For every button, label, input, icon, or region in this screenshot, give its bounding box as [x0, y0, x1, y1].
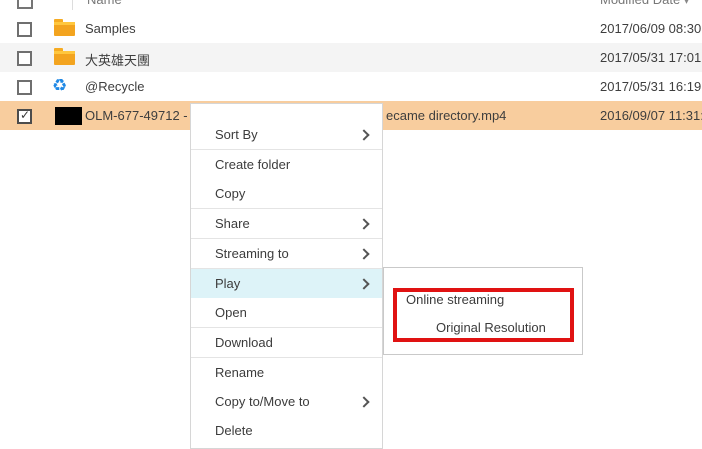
- file-row-samples[interactable]: Samples 2017/06/09 08:30:: [0, 14, 702, 43]
- chevron-right-icon: [358, 129, 369, 140]
- menu-item-label: Copy to/Move to: [215, 394, 310, 409]
- row-checkbox[interactable]: [17, 22, 32, 37]
- column-header-name[interactable]: Name: [87, 0, 122, 7]
- modified-date: 2017/06/09 08:30:: [600, 21, 702, 36]
- menu-item-open[interactable]: Open: [191, 298, 382, 327]
- file-name-left-fragment: OLM-677-49712 - F: [85, 108, 199, 123]
- file-row-recycle[interactable]: ♻ @Recycle 2017/05/31 16:19:: [0, 72, 702, 101]
- video-thumbnail-icon: [55, 107, 82, 125]
- chevron-right-icon: [358, 278, 369, 289]
- file-name: @Recycle: [85, 79, 144, 94]
- row-checkbox[interactable]: [17, 51, 32, 66]
- list-header: Name Modified Date ▾: [0, 0, 702, 15]
- modified-date: 2016/09/07 11:31:: [600, 108, 702, 123]
- chevron-right-icon: [358, 396, 369, 407]
- menu-item-label: Play: [215, 276, 240, 291]
- menu-item-label: Download: [215, 335, 273, 350]
- menu-item-label: Streaming to: [215, 246, 289, 261]
- menu-item-delete[interactable]: Delete: [191, 416, 382, 445]
- menu-item-label: Rename: [215, 365, 264, 380]
- menu-item-label: Share: [215, 216, 250, 231]
- modified-date: 2017/05/31 16:19:: [600, 79, 702, 94]
- row-checkbox-checked[interactable]: ✓: [17, 109, 32, 124]
- menu-item-copy[interactable]: Copy: [191, 179, 382, 208]
- menu-item-streaming-to[interactable]: Streaming to: [191, 239, 382, 268]
- menu-item-label: Delete: [215, 423, 253, 438]
- menu-item-label: Open: [215, 305, 247, 320]
- chevron-right-icon: [358, 218, 369, 229]
- play-submenu: Online streaming Original Resolution: [383, 267, 583, 355]
- sort-caret-icon: ▾: [684, 0, 689, 6]
- menu-item-create-folder[interactable]: Create folder: [191, 150, 382, 179]
- menu-item-label: Copy: [215, 186, 245, 201]
- modified-date-label: Modified Date: [600, 0, 680, 7]
- column-header-modified-date[interactable]: Modified Date ▾: [600, 0, 689, 7]
- checkmark-icon: ✓: [20, 109, 30, 121]
- menu-item-rename[interactable]: Rename: [191, 358, 382, 387]
- column-divider: [72, 0, 73, 10]
- menu-item-download[interactable]: Download: [191, 328, 382, 357]
- context-menu: Sort By Create folder Copy Share Streami…: [190, 103, 383, 449]
- folder-icon: [54, 51, 75, 65]
- modified-date: 2017/05/31 17:01:: [600, 50, 702, 65]
- folder-icon: [54, 22, 75, 36]
- menu-item-label: Sort By: [215, 127, 258, 142]
- menu-item-share[interactable]: Share: [191, 209, 382, 238]
- select-all-checkbox[interactable]: [17, 0, 33, 9]
- chevron-right-icon: [358, 248, 369, 259]
- menu-item-play[interactable]: Play: [191, 269, 382, 298]
- recycle-icon: ♻: [52, 75, 67, 97]
- menu-item-copy-to-move-to[interactable]: Copy to/Move to: [191, 387, 382, 416]
- file-name-right-fragment: ecame directory.mp4: [386, 108, 506, 123]
- file-name: Samples: [85, 21, 136, 36]
- menu-item-label: Create folder: [215, 157, 290, 172]
- file-name: 大英雄天團: [85, 50, 150, 69]
- row-checkbox[interactable]: [17, 80, 32, 95]
- menu-item-sort-by[interactable]: Sort By: [191, 120, 382, 149]
- file-row-big-hero[interactable]: 大英雄天團 2017/05/31 17:01:: [0, 43, 702, 72]
- annotation-red-rectangle: [393, 288, 574, 342]
